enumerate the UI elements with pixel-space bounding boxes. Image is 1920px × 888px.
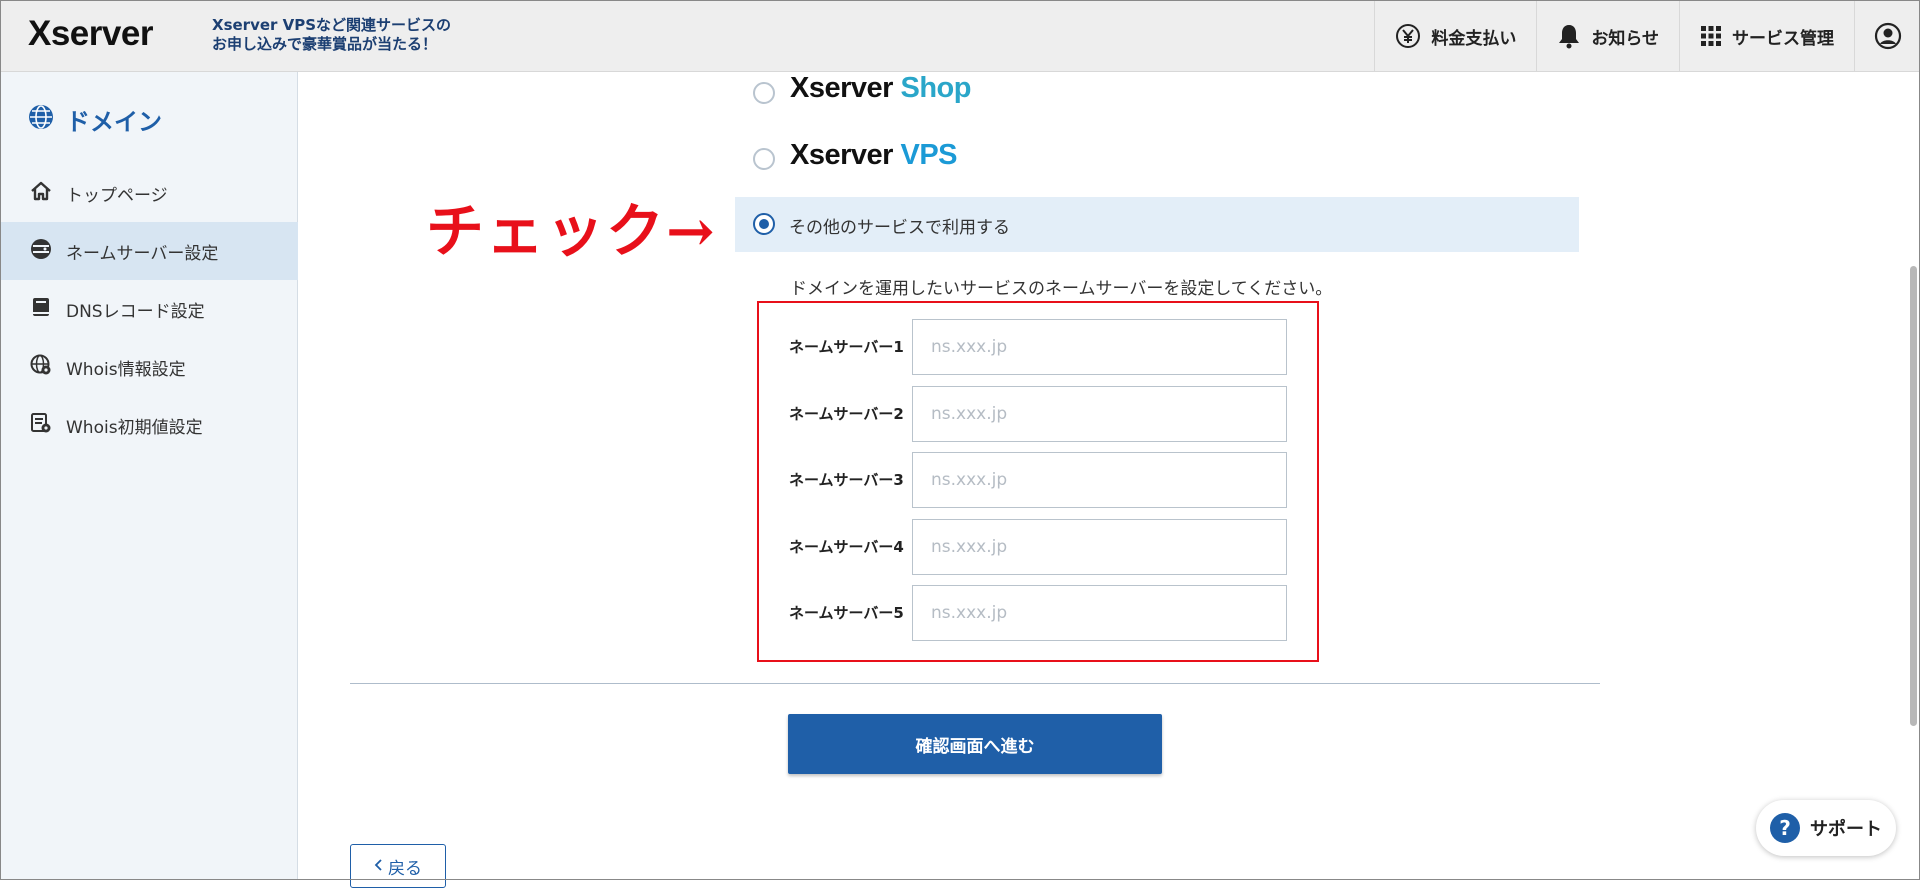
- nameserver-label-4: ネームサーバー4: [789, 538, 904, 556]
- sidebar: ドメイン トップページ ネームサーバー設定 DNSレコード設定 Whois情報設…: [0, 72, 298, 880]
- nameserver-label-5: ネームサーバー5: [789, 604, 904, 622]
- xserver-vps-logo: Xserver VPS: [790, 139, 958, 171]
- bell-icon: [1557, 23, 1581, 49]
- back-button[interactable]: 戻る: [350, 844, 446, 888]
- sidebar-item-label: Whois初期値設定: [66, 417, 203, 438]
- user-account-button[interactable]: [1854, 0, 1920, 72]
- nameserver-input-3[interactable]: [912, 452, 1287, 508]
- other-services-option[interactable]: その他のサービスで利用する: [735, 197, 1579, 252]
- main-content: Xserver Shop Xserver VPS チェック→ その他のサービスで…: [298, 72, 1920, 888]
- grid-icon: [1700, 25, 1722, 47]
- sidebar-item-label: ネームサーバー設定: [66, 243, 219, 264]
- document-gear-icon: [30, 412, 52, 439]
- other-services-label: その他のサービスで利用する: [789, 218, 1010, 238]
- support-button[interactable]: ? サポート: [1756, 800, 1896, 856]
- sidebar-item-nameserver[interactable]: ネームサーバー設定: [0, 222, 298, 280]
- support-label: サポート: [1810, 819, 1882, 840]
- confirm-button[interactable]: 確認画面へ進む: [788, 714, 1162, 774]
- user-icon: [1874, 22, 1902, 50]
- chevron-left-icon: [374, 856, 382, 876]
- nameserver-label-2: ネームサーバー2: [789, 405, 904, 423]
- xserver-shop-logo: Xserver Shop: [790, 72, 971, 104]
- sidebar-item-whois[interactable]: Whois情報設定: [0, 338, 298, 396]
- nameserver-row-4: ネームサーバー4: [759, 519, 1317, 577]
- question-icon: ?: [1770, 813, 1800, 843]
- notice-label: お知らせ: [1591, 28, 1659, 49]
- header-nav: 料金支払い お知らせ サービス管理: [1374, 0, 1920, 72]
- globe-icon: [28, 104, 54, 136]
- sidebar-item-dns[interactable]: DNSレコード設定: [0, 280, 298, 338]
- home-icon: [30, 180, 52, 207]
- service-management-label: サービス管理: [1732, 28, 1834, 49]
- nameserver-input-1[interactable]: [912, 319, 1287, 375]
- promo-line-2: お申し込みで豪華賞品が当たる！: [212, 35, 438, 53]
- promo-line-1: Xserver VPSなど関連サービスの: [212, 16, 452, 34]
- annotation-check-arrow: チェック→: [426, 197, 717, 265]
- radio-xserver-shop[interactable]: [753, 82, 775, 104]
- radio-xserver-vps[interactable]: [753, 148, 775, 170]
- sidebar-item-top[interactable]: トップページ: [0, 164, 298, 222]
- book-icon: [30, 296, 52, 323]
- sidebar-item-whois-default[interactable]: Whois初期値設定: [0, 396, 298, 454]
- xserver-logo[interactable]: Xserver: [28, 14, 153, 54]
- nameserver-row-1: ネームサーバー1: [759, 319, 1317, 377]
- nameserver-row-2: ネームサーバー2: [759, 386, 1317, 444]
- radio-other-services[interactable]: [753, 213, 775, 235]
- nameserver-label-1: ネームサーバー1: [789, 338, 904, 356]
- nameserver-input-5[interactable]: [912, 585, 1287, 641]
- promo-banner[interactable]: Xserver VPSなど関連サービスの お申し込みで豪華賞品が当たる！: [212, 16, 451, 54]
- nameserver-row-5: ネームサーバー5: [759, 585, 1317, 643]
- header: Xserver Xserver VPSなど関連サービスの お申し込みで豪華賞品が…: [0, 0, 1920, 72]
- notice-button[interactable]: お知らせ: [1536, 0, 1679, 72]
- sidebar-item-label: Whois情報設定: [66, 359, 186, 380]
- sidebar-item-label: トップページ: [66, 185, 168, 206]
- nameserver-row-3: ネームサーバー3: [759, 452, 1317, 510]
- sidebar-item-label: DNSレコード設定: [66, 301, 205, 322]
- yen-icon: [1395, 23, 1421, 49]
- globe-gear-icon: [30, 354, 52, 381]
- server-icon: [30, 238, 52, 265]
- nameserver-label-3: ネームサーバー3: [789, 471, 904, 489]
- nameserver-description: ドメインを運用したいサービスのネームサーバーを設定してください。: [790, 279, 1333, 299]
- payment-label: 料金支払い: [1431, 28, 1517, 49]
- scrollbar-thumb[interactable]: [1910, 266, 1917, 726]
- sidebar-title-label: ドメイン: [66, 108, 162, 136]
- nameserver-input-4[interactable]: [912, 519, 1287, 575]
- sidebar-nav: トップページ ネームサーバー設定 DNSレコード設定 Whois情報設定 Who…: [0, 164, 298, 454]
- service-management-button[interactable]: サービス管理: [1679, 0, 1854, 72]
- sidebar-title[interactable]: ドメイン: [28, 102, 162, 137]
- nameserver-fields-highlight: ネームサーバー1 ネームサーバー2 ネームサーバー3 ネームサーバー4 ネームサ…: [757, 301, 1319, 662]
- section-divider: [350, 683, 1600, 684]
- payment-button[interactable]: 料金支払い: [1374, 0, 1536, 72]
- back-label: 戻る: [388, 858, 422, 879]
- nameserver-input-2[interactable]: [912, 386, 1287, 442]
